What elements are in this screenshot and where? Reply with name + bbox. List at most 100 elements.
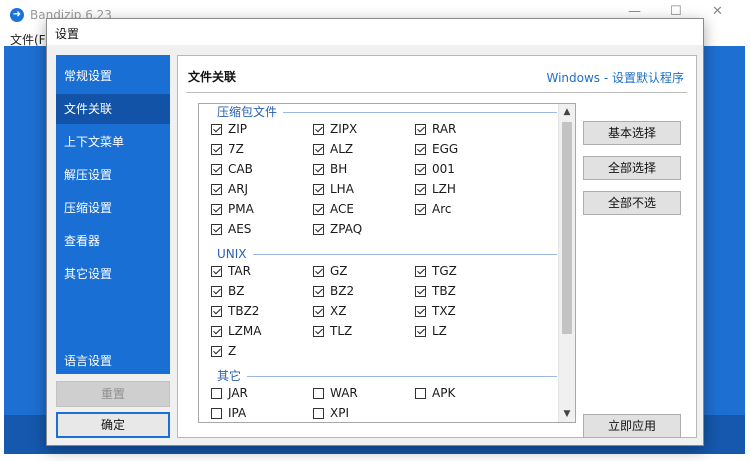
apply-now-button[interactable]: 立即应用 [583, 414, 681, 438]
checked-icon [313, 143, 324, 155]
extension-label: TXZ [432, 304, 456, 318]
checked-icon [415, 305, 426, 317]
extension-checkbox[interactable]: CAB [211, 160, 253, 178]
reset-button[interactable]: 重置 [56, 381, 170, 407]
extension-checkbox[interactable]: IPA [211, 404, 246, 422]
extension-checkbox[interactable]: 001 [415, 160, 455, 178]
checked-icon [415, 183, 426, 195]
extension-checkbox[interactable]: ZIP [211, 120, 247, 138]
extension-label: LZ [432, 324, 447, 338]
group-title: 其它 [217, 368, 248, 384]
checked-icon [313, 163, 324, 175]
extension-checkbox[interactable]: EGG [415, 140, 458, 158]
extension-checkbox[interactable]: ZIPX [313, 120, 357, 138]
ok-button[interactable]: 确定 [56, 412, 170, 438]
extension-checkbox[interactable]: LZMA [211, 322, 261, 340]
sidebar-item[interactable]: 压缩设置 [56, 193, 170, 223]
group-header: 压缩包文件 [199, 104, 561, 120]
checked-icon [415, 123, 426, 135]
group-divider [217, 376, 557, 377]
extension-checkbox[interactable]: LZ [415, 322, 447, 340]
extension-checkbox[interactable]: GZ [313, 262, 348, 280]
checked-icon [211, 265, 222, 277]
extension-list[interactable]: ▲ ▼ 压缩包文件 ZIP ZIPX RAR 7Z ALZ EGG CAB BH 001 ARJ LH… [198, 103, 576, 423]
sidebar-item[interactable]: 文件关联 [56, 94, 170, 124]
group-header: UNIX [199, 246, 561, 262]
extension-label: TLZ [330, 324, 353, 338]
sidebar-item[interactable]: 其它设置 [56, 259, 170, 289]
extension-label: LZH [432, 182, 456, 196]
sidebar-item[interactable]: 语言设置 [56, 346, 170, 376]
extension-checkbox[interactable]: TBZ [415, 282, 456, 300]
group-title: UNIX [217, 246, 253, 262]
extension-checkbox[interactable]: XZ [313, 302, 346, 320]
checked-icon [211, 123, 222, 135]
extension-checkbox[interactable]: ACE [313, 200, 354, 218]
unchecked-icon [211, 387, 222, 399]
extension-checkbox[interactable]: LHA [313, 180, 354, 198]
extension-label: BZ2 [330, 284, 355, 298]
scroll-down-icon[interactable]: ▼ [559, 406, 575, 422]
extension-checkbox[interactable]: ZPAQ [313, 220, 362, 238]
select-all-button[interactable]: 全部选择 [583, 156, 681, 180]
extension-checkbox[interactable]: BZ2 [313, 282, 354, 300]
minimize-icon[interactable]: — [628, 4, 641, 19]
extension-checkbox[interactable]: Z [211, 342, 236, 360]
extension-label: BZ [228, 284, 245, 298]
extension-checkbox[interactable]: TLZ [313, 322, 352, 340]
checked-icon [211, 345, 222, 357]
checked-icon [211, 203, 222, 215]
basic-select-button[interactable]: 基本选择 [583, 121, 681, 145]
extension-checkbox[interactable]: ALZ [313, 140, 353, 158]
checked-icon [313, 285, 324, 297]
extension-label: 7Z [228, 142, 244, 156]
checked-icon [211, 285, 222, 297]
windows-default-programs-link[interactable]: Windows - 设置默认程序 [546, 69, 684, 86]
extension-checkbox[interactable]: APK [415, 384, 455, 402]
dialog-title-bar[interactable]: 设置 [47, 19, 703, 45]
sidebar-item[interactable]: 上下文菜单 [56, 127, 170, 157]
extension-checkbox[interactable]: ARJ [211, 180, 248, 198]
extension-checkbox[interactable]: TBZ2 [211, 302, 259, 320]
extension-checkbox[interactable]: XPI [313, 404, 349, 422]
sidebar-item[interactable]: 解压设置 [56, 160, 170, 190]
extension-checkbox[interactable]: JAR [211, 384, 248, 402]
extension-label: TBZ [432, 284, 456, 298]
checked-icon [211, 325, 222, 337]
extension-label: AES [228, 222, 252, 236]
checked-icon [313, 223, 324, 235]
extension-label: ARJ [228, 182, 249, 196]
extension-label: 001 [432, 162, 455, 176]
extension-checkbox[interactable]: LZH [415, 180, 456, 198]
extension-checkbox[interactable]: RAR [415, 120, 456, 138]
extension-checkbox[interactable]: BZ [211, 282, 244, 300]
scroll-thumb[interactable] [562, 122, 572, 334]
select-none-button[interactable]: 全部不选 [583, 191, 681, 215]
maximize-icon[interactable]: ☐ [670, 4, 682, 19]
extension-label: ZPAQ [330, 222, 363, 236]
checked-icon [313, 265, 324, 277]
extension-checkbox[interactable]: AES [211, 220, 251, 238]
sidebar-item[interactable]: 查看器 [56, 226, 170, 256]
extension-checkbox[interactable]: TGZ [415, 262, 457, 280]
extension-label: Z [228, 344, 237, 358]
extension-checkbox[interactable]: 7Z [211, 140, 244, 158]
extension-checkbox[interactable]: PMA [211, 200, 254, 218]
extension-checkbox[interactable]: Arc [415, 200, 451, 218]
group-title: 压缩包文件 [217, 104, 284, 120]
extension-checkbox[interactable]: TAR [211, 262, 251, 280]
checked-icon [415, 325, 426, 337]
extension-checkbox[interactable]: TXZ [415, 302, 456, 320]
checked-icon [211, 163, 222, 175]
scroll-up-icon[interactable]: ▲ [559, 104, 575, 120]
extension-label: XPI [330, 406, 349, 420]
extension-checkbox[interactable]: WAR [313, 384, 358, 402]
close-icon[interactable]: ✕ [712, 4, 723, 19]
settings-sidebar: 常规设置 文件关联 上下文菜单 解压设置 压缩设置 查看器 其它设置语言设置 [56, 55, 170, 374]
extension-label: PMA [228, 202, 254, 216]
extension-checkbox[interactable]: BH [313, 160, 347, 178]
extension-label: Arc [432, 202, 452, 216]
extension-label: LZMA [228, 324, 262, 338]
extension-label: WAR [330, 386, 358, 400]
sidebar-item[interactable]: 常规设置 [56, 61, 170, 91]
